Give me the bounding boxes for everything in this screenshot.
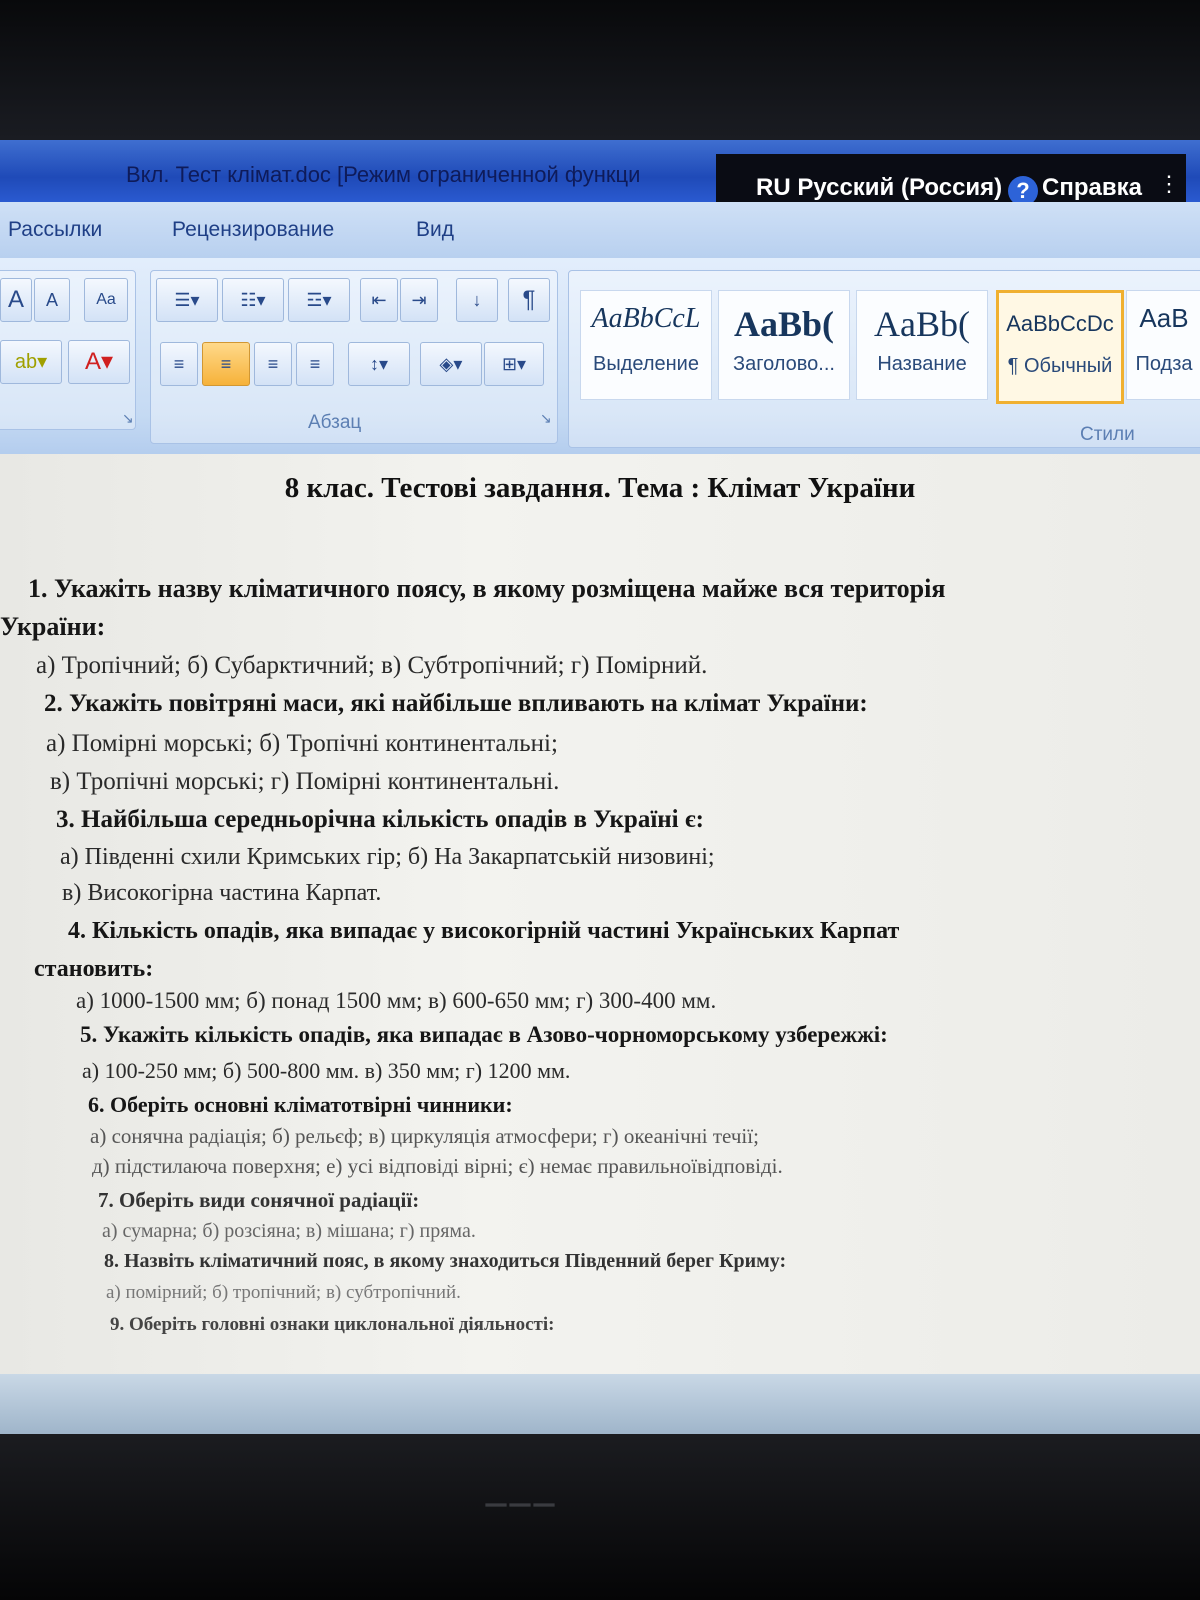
question-5: 5. Укажіть кількість опадів, яка випадає…: [80, 1022, 888, 1047]
font-dialog-launcher-icon[interactable]: ↘: [122, 410, 134, 427]
decrease-indent-icon[interactable]: ⇤: [360, 278, 398, 322]
answers-4: а) 1000-1500 мм; б) понад 1500 мм; в) 60…: [76, 988, 717, 1013]
style-normal[interactable]: AaBbCcDc ¶ Обычный: [996, 290, 1124, 404]
answers-2b: в) Тропічні морські; г) Помірні континен…: [50, 768, 560, 795]
question-2: 2. Укажіть повітряні маси, які найбільше…: [44, 690, 868, 717]
style-heading[interactable]: AaBb( Заголово...: [718, 290, 850, 400]
show-formatting-icon[interactable]: ¶: [508, 278, 550, 322]
monitor-bezel-bottom: [0, 1434, 1200, 1600]
numbering-icon[interactable]: ☷▾: [222, 278, 284, 322]
answers-1: а) Тропічний; б) Субарктичний; в) Субтро…: [36, 652, 708, 679]
style-name: Заголово...: [733, 353, 835, 375]
answers-8: а) помірний; б) тропічний; в) субтропічн…: [106, 1282, 461, 1303]
paragraph-group-label: Абзац: [308, 412, 362, 433]
sort-icon[interactable]: ↓: [456, 278, 498, 322]
answers-3a: а) Південні схили Кримських гір; б) На З…: [60, 844, 715, 870]
highlight-color-icon[interactable]: ab▾: [0, 340, 62, 384]
style-name: Подза: [1135, 353, 1193, 375]
clear-format-icon[interactable]: Aa: [84, 278, 128, 322]
style-emphasis[interactable]: AaBbCcL Выделение: [580, 290, 712, 400]
shading-icon[interactable]: ◈▾: [420, 342, 482, 386]
window-title: Вкл. Тест клімат.doc [Режим ограниченной…: [126, 162, 641, 187]
answers-2a: а) Помірні морські; б) Тропічні континен…: [46, 730, 558, 757]
align-center-icon[interactable]: ≡: [202, 342, 250, 386]
help-button[interactable]: Справка: [1042, 174, 1142, 202]
monitor-bezel-top: [0, 0, 1200, 140]
question-1-continued: України:: [0, 612, 106, 641]
style-sample: AaBb(: [733, 304, 835, 344]
language-indicator[interactable]: RU Русский (Россия): [756, 174, 1002, 202]
tab-review[interactable]: Рецензирование: [172, 218, 334, 242]
document-title: 8 клас. Тестові завдання. Тема : Клімат …: [284, 472, 916, 504]
multilevel-list-icon[interactable]: ☲▾: [288, 278, 350, 322]
style-name: Выделение: [593, 353, 699, 375]
styles-group-label: Стили: [1080, 424, 1135, 445]
style-sample: AaB: [1139, 303, 1189, 333]
window-bottom-edge: [0, 1374, 1200, 1434]
question-4-continued: становить:: [34, 956, 154, 982]
question-1: 1. Укажіть назву кліматичного поясу, в я…: [28, 574, 946, 603]
question-8: 8. Назвіть кліматичний пояс, в якому зна…: [104, 1250, 787, 1272]
align-left-icon[interactable]: ≡: [160, 342, 198, 386]
bullets-icon[interactable]: ☰▾: [156, 278, 218, 322]
answers-5: а) 100-250 мм; б) 500-800 мм. в) 350 мм;…: [82, 1058, 571, 1083]
tab-view[interactable]: Вид: [416, 218, 454, 242]
shrink-font-icon[interactable]: A: [34, 278, 70, 322]
font-color-icon[interactable]: A▾: [68, 340, 130, 384]
style-name: ¶ Обычный: [1007, 355, 1113, 377]
answers-6b: д) підстилаюча поверхня; е) усі відповід…: [92, 1154, 783, 1178]
style-name: Название: [877, 353, 967, 375]
borders-icon[interactable]: ⊞▾: [484, 342, 544, 386]
question-3: 3. Найбільша середньорічна кількість опа…: [56, 806, 705, 833]
align-right-icon[interactable]: ≡: [254, 342, 292, 386]
style-subtitle[interactable]: AaB Подза: [1126, 290, 1200, 400]
style-title[interactable]: AaBb( Название: [856, 290, 988, 400]
question-4: 4. Кількість опадів, яка випадає у висок…: [68, 918, 900, 944]
style-sample: AaBbCcDc: [1006, 311, 1114, 336]
answers-6a: а) сонячна радіація; б) рельєф; в) цирку…: [90, 1124, 759, 1148]
question-7: 7. Оберіть види сонячної радіації:: [98, 1188, 420, 1212]
style-sample: AaBb(: [874, 304, 970, 344]
question-6: 6. Оберіть основні кліматотвірні чинники…: [88, 1092, 513, 1117]
paragraph-dialog-launcher-icon[interactable]: ↘: [540, 410, 552, 427]
justify-icon[interactable]: ≡: [296, 342, 334, 386]
line-spacing-icon[interactable]: ↕▾: [348, 342, 410, 386]
grow-font-icon[interactable]: A: [0, 278, 32, 322]
style-sample: AaBbCcL: [591, 303, 701, 334]
answers-7: а) сумарна; б) розсіяна; в) мішана; г) п…: [102, 1220, 476, 1242]
question-9: 9. Оберіть головні ознаки циклональної д…: [110, 1314, 555, 1335]
increase-indent-icon[interactable]: ⇥: [400, 278, 438, 322]
monitor-logo-icon: ⎯⎯⎯: [486, 1480, 558, 1524]
answers-3b: в) Високогірна частина Карпат.: [62, 880, 382, 906]
tab-mailings[interactable]: Рассылки: [8, 218, 102, 242]
